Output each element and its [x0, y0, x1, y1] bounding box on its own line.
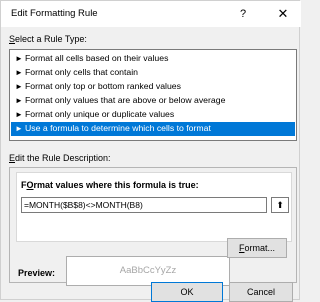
rule-description-panel: FOrmat values where this formula is true… — [9, 167, 297, 286]
rule-type-item[interactable]: ► Format only unique or duplicate values — [11, 108, 295, 122]
help-button[interactable]: ? — [233, 4, 253, 24]
arrow-icon: ► — [15, 124, 23, 133]
arrow-icon: ► — [15, 54, 23, 63]
title-bar: Edit Formatting Rule ? ✕ — [1, 1, 301, 27]
edit-rule-description-label: Edit the Rule Description: — [9, 153, 111, 163]
dialog-title: Edit Formatting Rule — [11, 8, 98, 19]
select-rule-type-label: Select a Rule Type: — [9, 34, 87, 44]
rule-type-item-selected[interactable]: ► Use a formula to determine which cells … — [11, 122, 295, 136]
arrow-icon: ► — [15, 96, 23, 105]
rule-type-list[interactable]: ► Format all cells based on their values … — [9, 49, 297, 141]
collapse-dialog-icon[interactable]: ⬆ — [271, 197, 289, 213]
rule-type-item[interactable]: ► Format only cells that contain — [11, 66, 295, 80]
formula-input[interactable]: =MONTH($B$8)<>MONTH(B8) — [21, 197, 267, 213]
rule-type-item[interactable]: ► Format all cells based on their values — [11, 52, 295, 66]
close-button[interactable]: ✕ — [271, 4, 295, 24]
rule-type-item[interactable]: ► Format only values that are above or be… — [11, 94, 295, 108]
edit-formatting-rule-dialog: Edit Formatting Rule ? ✕ Select a Rule T… — [0, 0, 301, 302]
arrow-icon: ► — [15, 82, 23, 91]
rule-type-item[interactable]: ► Format only top or bottom ranked values — [11, 80, 295, 94]
formula-panel: FOrmat values where this formula is true… — [16, 172, 292, 242]
format-values-label: FOrmat values where this formula is true… — [21, 180, 199, 190]
arrow-icon: ► — [15, 68, 23, 77]
ok-button[interactable]: OK — [151, 282, 223, 302]
format-button[interactable]: Format... — [227, 238, 287, 258]
preview-label: Preview: — [18, 268, 56, 278]
cancel-button[interactable]: Cancel — [229, 282, 293, 302]
arrow-icon: ► — [15, 110, 23, 119]
